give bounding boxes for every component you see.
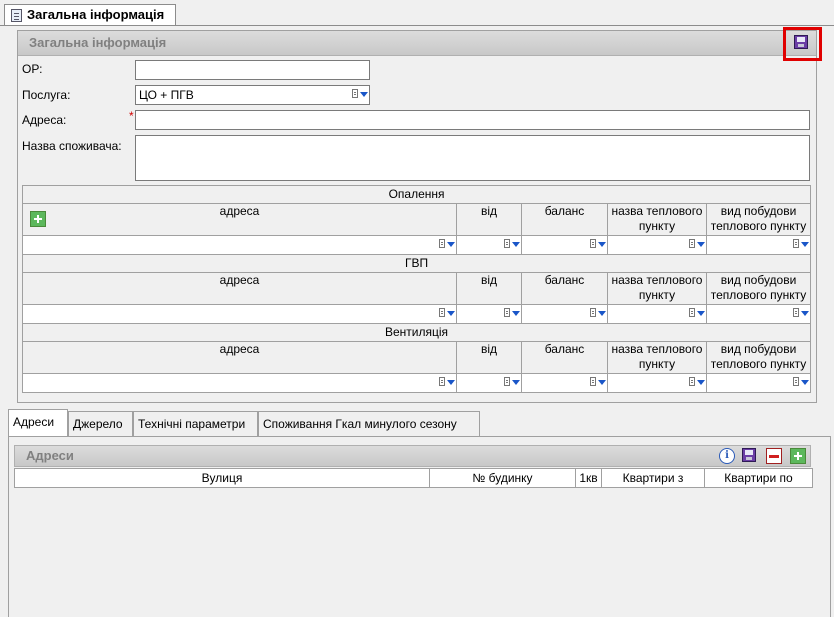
addresses-table: Вулиця № будинку 1кв Квартири з Квартири… xyxy=(14,468,813,488)
column-heat-point-type: вид побудови теплового пункту xyxy=(705,272,812,305)
list-dropdown-icon[interactable] xyxy=(439,376,455,390)
list-dropdown-icon[interactable] xyxy=(352,88,368,102)
plus-icon[interactable] xyxy=(790,448,806,464)
consumer-name-textarea[interactable] xyxy=(135,135,810,181)
address-label: Адреса: xyxy=(22,113,67,127)
floppy-disk-icon xyxy=(794,35,808,49)
service-label: Послуга: xyxy=(22,88,71,102)
list-dropdown-icon[interactable] xyxy=(689,238,705,252)
column-house-number[interactable]: № будинку xyxy=(429,468,576,488)
list-dropdown-icon[interactable] xyxy=(793,307,810,321)
hot-water-from-select[interactable] xyxy=(456,304,522,324)
service-select[interactable]: ЦО + ПГВ xyxy=(135,85,370,105)
list-dropdown-icon[interactable] xyxy=(590,307,606,321)
or-label: ОР: xyxy=(22,62,43,76)
column-from: від xyxy=(456,203,522,236)
heating-address-select[interactable] xyxy=(22,235,457,255)
column-balance: баланс xyxy=(521,341,608,374)
required-mark: * xyxy=(129,109,134,123)
column-from: від xyxy=(456,272,522,305)
ventilation-point-type-select[interactable] xyxy=(705,373,812,393)
section-hot-water-title: ГВП xyxy=(21,254,812,273)
list-dropdown-icon[interactable] xyxy=(590,238,606,252)
hot-water-balance-select[interactable] xyxy=(521,304,608,324)
list-dropdown-icon[interactable] xyxy=(504,238,520,252)
heating-balance-select[interactable] xyxy=(521,235,608,255)
hot-water-address-select[interactable] xyxy=(22,304,457,324)
column-balance: баланс xyxy=(521,272,608,305)
column-street[interactable]: Вулиця xyxy=(14,468,430,488)
list-dropdown-icon[interactable] xyxy=(793,376,810,390)
column-heat-point-name: назва теплового пункту xyxy=(607,341,707,374)
heating-from-select[interactable] xyxy=(456,235,522,255)
heating-point-type-select[interactable] xyxy=(705,235,812,255)
column-address: адреса xyxy=(22,272,457,305)
ventilation-address-select[interactable] xyxy=(22,373,457,393)
document-icon xyxy=(11,9,22,22)
hot-water-point-type-select[interactable] xyxy=(705,304,812,324)
column-apartments-to[interactable]: Квартири по xyxy=(704,468,813,488)
hot-water-point-name-select[interactable] xyxy=(607,304,707,324)
tab-general-info[interactable]: Загальна інформація xyxy=(4,4,176,26)
ventilation-balance-select[interactable] xyxy=(521,373,608,393)
list-dropdown-icon[interactable] xyxy=(590,376,606,390)
section-heating-title: Опалення xyxy=(21,185,812,204)
column-heat-point-name: назва теплового пункту xyxy=(607,203,707,236)
addresses-panel-title: Адреси xyxy=(14,445,811,467)
column-address: адреса xyxy=(22,341,457,374)
ventilation-from-select[interactable] xyxy=(456,373,522,393)
list-dropdown-icon[interactable] xyxy=(793,238,810,252)
column-heat-point-type: вид побудови теплового пункту xyxy=(705,341,812,374)
list-dropdown-icon[interactable] xyxy=(439,238,455,252)
list-dropdown-icon[interactable] xyxy=(689,376,705,390)
heating-point-name-select[interactable] xyxy=(607,235,707,255)
tab-gcal-consumption[interactable]: Споживання Гкал минулого сезону xyxy=(258,411,480,436)
minus-icon[interactable] xyxy=(766,448,782,464)
tab-addresses[interactable]: Адреси xyxy=(8,409,68,436)
floppy-disk-icon xyxy=(742,448,756,462)
column-apartments-from[interactable]: Квартири з xyxy=(601,468,705,488)
heat-points-grid: Опалення адреса від баланс назва теплово… xyxy=(21,185,812,393)
panel-title: Загальна інформація xyxy=(18,31,816,56)
address-input[interactable] xyxy=(135,110,810,130)
save-button[interactable] xyxy=(794,35,808,49)
column-address: адреса xyxy=(22,203,457,236)
tab-source[interactable]: Джерело xyxy=(68,411,133,436)
list-dropdown-icon[interactable] xyxy=(504,376,520,390)
tab-technical-parameters[interactable]: Технічні параметри xyxy=(133,411,258,436)
list-dropdown-icon[interactable] xyxy=(689,307,705,321)
column-heat-point-name: назва теплового пункту xyxy=(607,272,707,305)
ventilation-point-name-select[interactable] xyxy=(607,373,707,393)
plus-icon[interactable] xyxy=(30,211,46,227)
service-select-value: ЦО + ПГВ xyxy=(139,88,194,102)
tab-general-info-label: Загальна інформація xyxy=(27,7,165,22)
column-from: від xyxy=(456,341,522,374)
consumer-name-label: Назва споживача: xyxy=(22,139,122,153)
info-icon[interactable]: i xyxy=(719,448,735,464)
list-dropdown-icon[interactable] xyxy=(439,307,455,321)
column-balance: баланс xyxy=(521,203,608,236)
section-ventilation-title: Вентиляція xyxy=(21,323,812,342)
column-1kv[interactable]: 1кв xyxy=(575,468,602,488)
tab-strip-divider xyxy=(0,25,834,26)
addresses-save-button[interactable] xyxy=(742,448,756,462)
column-heat-point-type: вид побудови теплового пункту xyxy=(705,203,812,236)
or-input[interactable] xyxy=(135,60,370,80)
list-dropdown-icon[interactable] xyxy=(504,307,520,321)
